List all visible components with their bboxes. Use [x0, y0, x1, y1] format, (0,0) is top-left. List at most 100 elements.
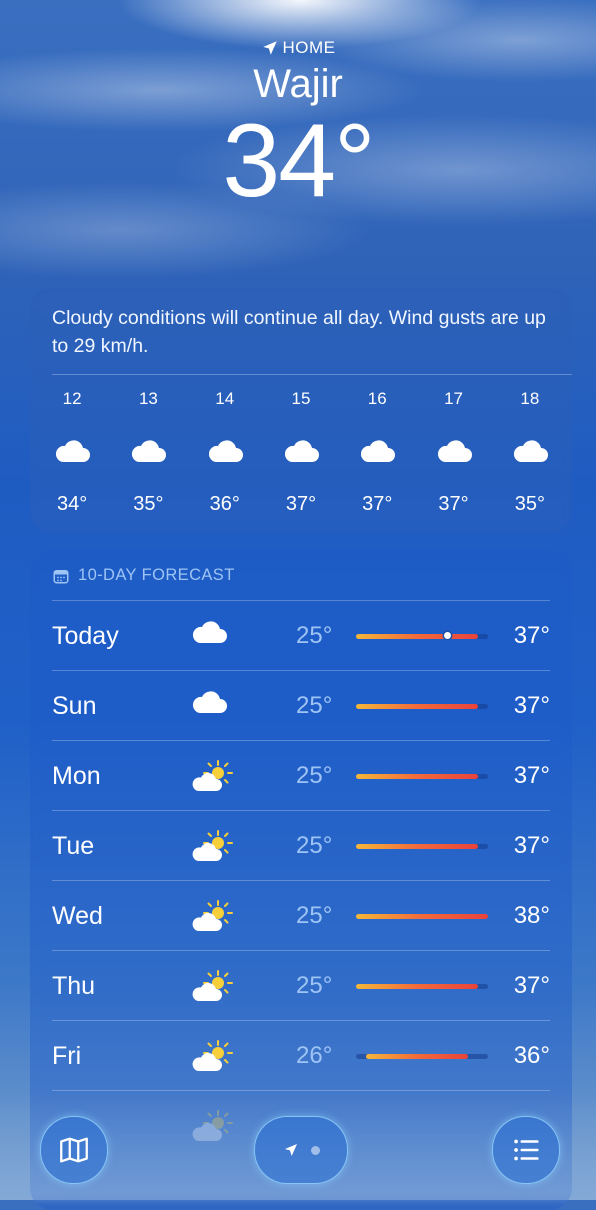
calendar-icon: [53, 569, 69, 583]
temperature-range-fill: [366, 1054, 468, 1059]
low-temperature: 25°: [296, 692, 333, 719]
hour-item: 12 34°: [34, 389, 110, 516]
partly-sunny-icon: [190, 899, 234, 933]
forecast-title-text: 10-DAY FORECAST: [78, 566, 235, 584]
current-weather-header: HOME Wajir 34°: [0, 38, 596, 217]
hour-label: 13: [138, 389, 158, 408]
city-list-button[interactable]: [492, 1116, 560, 1184]
location-label: HOME: [0, 38, 596, 58]
cloud-icon: [206, 431, 244, 471]
high-temperature: 38°: [513, 902, 550, 929]
temperature-range-bar: [356, 704, 488, 709]
location-arrow-icon: [284, 1144, 297, 1156]
temperature-range-bar: [356, 774, 488, 779]
hourly-list[interactable]: 12 34° 13 35° 14 36° 15 37° 16 37° 17 37° 18 35°: [30, 389, 572, 516]
cloud-icon: [358, 431, 396, 471]
temperature-range-bar: [356, 844, 488, 849]
partly-sunny-icon: [190, 969, 234, 1003]
weather-summary: Cloudy conditions will continue all day.…: [52, 307, 546, 357]
day-label: Thu: [52, 972, 96, 1000]
high-temperature: 36°: [513, 1042, 550, 1069]
daily-row[interactable]: Mon 25° 37°: [30, 741, 572, 811]
partly-sunny-icon: [190, 829, 234, 863]
hour-label: 15: [291, 389, 311, 408]
cloud-icon: [511, 431, 549, 471]
temperature-range-fill: [356, 914, 488, 919]
high-temperature: 37°: [513, 622, 550, 649]
hour-temperature: 37°: [362, 493, 393, 515]
hour-label: 14: [215, 389, 235, 408]
low-temperature: 25°: [296, 832, 333, 859]
temperature-range-bar: [356, 1054, 488, 1059]
hour-label: 12: [62, 389, 82, 408]
city-name: Wajir: [253, 62, 343, 106]
cloud-icon: [190, 689, 234, 723]
temperature-range-fill: [356, 774, 478, 779]
cloud-icon: [435, 431, 473, 471]
day-label: Wed: [52, 902, 103, 930]
day-label: Today: [52, 622, 119, 650]
map-button[interactable]: [40, 1116, 108, 1184]
high-temperature: 37°: [513, 692, 550, 719]
daily-row[interactable]: Tue 25° 37°: [30, 811, 572, 881]
partly-sunny-icon: [190, 1039, 234, 1073]
cloud-icon: [282, 431, 320, 471]
daily-row[interactable]: Sun 25° 37°: [30, 671, 572, 741]
partly-sunny-icon: [190, 759, 234, 793]
location-label-text: HOME: [282, 38, 336, 57]
hour-item: 17 37°: [415, 389, 491, 516]
low-temperature: 25°: [296, 902, 333, 929]
hour-item: 16 37°: [339, 389, 415, 516]
low-temperature: 25°: [296, 762, 333, 789]
page-indicator[interactable]: [254, 1116, 348, 1184]
cloud-icon: [129, 431, 167, 471]
daily-row[interactable]: Wed 25° 38°: [30, 881, 572, 951]
hour-temperature: 37°: [438, 493, 469, 515]
daily-row[interactable]: Today 25° 37°: [30, 601, 572, 671]
high-temperature: 37°: [513, 832, 550, 859]
hour-temperature: 36°: [209, 493, 240, 515]
day-label: Mon: [52, 762, 101, 790]
hourly-forecast-card[interactable]: Cloudy conditions will continue all day.…: [30, 288, 572, 533]
high-temperature: 37°: [513, 762, 550, 789]
hour-item: 18 35°: [492, 389, 568, 516]
divider: [52, 374, 572, 375]
hour-temperature: 35°: [514, 493, 545, 515]
temperature-range-fill: [356, 984, 478, 989]
daily-row[interactable]: Thu 25° 37°: [30, 951, 572, 1021]
day-label: Sun: [52, 692, 97, 720]
temperature-range-bar: [356, 914, 488, 919]
cloud-icon: [53, 431, 91, 471]
page-dot[interactable]: [310, 1145, 320, 1155]
hour-temperature: 37°: [285, 493, 317, 515]
hour-item: 14 36°: [187, 389, 263, 516]
hour-temperature: 34°: [57, 493, 88, 515]
current-temperature: 34°: [222, 103, 375, 219]
day-label: Fri: [52, 1042, 82, 1070]
temperature-range-fill: [356, 844, 478, 849]
hour-label: 17: [444, 389, 463, 408]
current-temp-marker: [444, 632, 451, 639]
temperature-range-fill: [356, 634, 478, 639]
hour-item: 15 37°: [263, 389, 339, 516]
day-label: Tue: [52, 832, 95, 860]
high-temperature: 37°: [513, 972, 550, 999]
cloud-icon: [190, 619, 234, 653]
temperature-range-bar: [356, 984, 488, 989]
list-icon: [514, 1139, 539, 1161]
temperature-range-fill: [356, 704, 478, 709]
low-temperature: 25°: [296, 622, 333, 649]
hour-label: 18: [520, 389, 540, 408]
daily-row[interactable]: Fri 26° 36°: [30, 1021, 572, 1091]
low-temperature: 25°: [296, 972, 333, 999]
bottom-toolbar: [0, 1090, 596, 1200]
map-icon: [60, 1137, 88, 1163]
location-arrow-icon: [262, 41, 277, 55]
daily-list: Today 25° 37° Sun 25° 37° Mon 25° 37° Tue 25° 37° We…: [30, 601, 572, 1091]
forecast-title: 10-DAY FORECAST: [30, 550, 572, 585]
temperature-range-bar: [356, 632, 488, 639]
hour-item: 13 35°: [110, 389, 186, 516]
hour-temperature: 35°: [133, 493, 164, 515]
hour-label: 16: [367, 389, 387, 408]
low-temperature: 26°: [296, 1042, 333, 1069]
